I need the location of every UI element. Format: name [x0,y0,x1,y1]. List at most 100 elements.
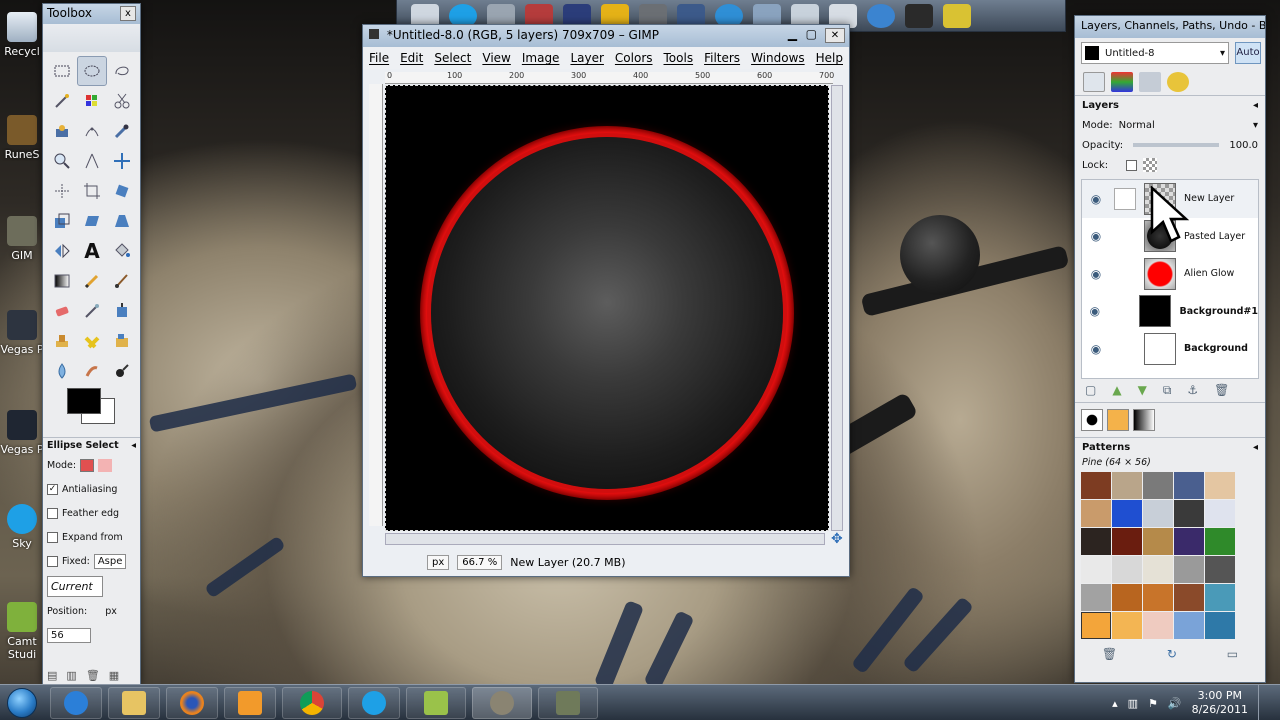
pattern-swatch[interactable] [1112,500,1142,527]
tab-layers-icon[interactable] [1083,72,1105,92]
lasso-icon[interactable] [107,56,137,86]
chain-toggle[interactable] [1114,187,1136,210]
taskbar-gimp[interactable] [472,686,532,719]
measure-icon[interactable] [77,146,107,176]
ellipse-select-icon[interactable] [77,56,107,86]
chevron-down-icon[interactable]: ▾ [1253,120,1258,131]
pattern-swatch[interactable] [1205,612,1235,639]
pattern-swatch[interactable] [1205,528,1235,555]
eye-icon[interactable]: ◉ [1086,229,1106,243]
show-desktop-button[interactable] [1258,685,1268,720]
pattern-swatch[interactable] [1112,556,1142,583]
close-icon[interactable]: x [120,6,136,21]
pattern-swatch[interactable] [1112,472,1142,499]
app-icon[interactable] [943,4,971,28]
minimize-icon[interactable]: ▁ [788,27,797,41]
app-icon[interactable] [905,4,933,28]
pattern-swatch[interactable] [1174,528,1204,555]
raise-layer-icon[interactable]: ▲ [1112,383,1121,398]
text-icon[interactable]: A [77,236,107,266]
desktop-icon-vegas-pro-2[interactable]: Vegas P [0,410,44,456]
layer-row[interactable]: ◉ Alien Glow [1082,255,1258,293]
pattern-swatch[interactable] [1205,500,1235,527]
close-icon[interactable]: ✕ [825,28,845,43]
menu-file[interactable]: File [369,51,389,65]
eye-icon[interactable]: ◉ [1086,304,1104,318]
desktop-icon-camtasia[interactable]: Camt Studi [0,602,44,661]
eye-icon[interactable]: ◉ [1086,267,1106,281]
open-folder-icon[interactable]: ▭ [1227,647,1238,661]
dodge-burn-icon[interactable] [107,356,137,386]
clock[interactable]: 3:00 PM 8/26/2011 [1192,689,1248,717]
layer-row[interactable]: ◉ Background#1 [1082,293,1258,331]
menu-image[interactable]: Image [522,51,560,65]
maximize-icon[interactable]: ▢ [806,27,817,41]
tab-undo-icon[interactable] [1167,72,1189,92]
taskbar-ie[interactable] [50,686,102,719]
blur-icon[interactable] [47,356,77,386]
desktop-icon-runescape[interactable]: RuneS [0,115,44,161]
panel-menu-icon[interactable]: ◂ [131,440,136,451]
lock-pixels-checkbox[interactable] [1126,159,1138,171]
menu-select[interactable]: Select [434,51,471,65]
unit-select[interactable]: px [427,554,450,570]
start-button[interactable] [0,685,44,720]
menu-windows[interactable]: Windows [751,51,805,65]
rotate-icon[interactable] [107,176,137,206]
taskbar-skype[interactable] [348,686,400,719]
menu-colors[interactable]: Colors [615,51,653,65]
taskbar-camtasia[interactable] [406,686,466,719]
horizontal-ruler[interactable]: 0 100 200 300 400 500 600 700 [385,71,834,84]
antialiasing-row[interactable]: ✓ Antialiasing [43,477,140,501]
pattern-swatch[interactable] [1081,612,1111,639]
menu-view[interactable]: View [482,51,510,65]
pattern-swatch[interactable] [1174,556,1204,583]
image-selector[interactable]: Untitled-8 ▾ [1081,42,1229,64]
align-icon[interactable] [47,176,77,206]
vertical-scrollbar[interactable] [831,85,843,531]
pattern-swatch[interactable] [1174,472,1204,499]
pattern-swatch[interactable] [1143,556,1173,583]
menu-edit[interactable]: Edit [400,51,423,65]
pattern-swatch[interactable] [1143,584,1173,611]
panel-menu-icon[interactable]: ◂ [1253,442,1258,453]
mode-replace-icon[interactable] [80,458,95,472]
taskbar-explorer[interactable] [108,686,160,719]
tab-gradients-icon[interactable] [1133,409,1155,431]
navigate-icon[interactable]: ✥ [831,531,843,547]
foreground-select-icon[interactable] [47,116,77,146]
duplicate-layer-icon[interactable]: ⧉ [1163,383,1172,398]
delete-options-icon[interactable]: 🗑 [86,669,100,682]
pattern-swatch[interactable] [1081,528,1111,555]
refresh-patterns-icon[interactable]: ↻ [1167,647,1177,661]
vertical-ruler[interactable] [369,84,383,526]
fixed-checkbox[interactable] [47,555,58,567]
pattern-swatch[interactable] [1081,472,1111,499]
bucket-fill-icon[interactable] [107,236,137,266]
foreground-color[interactable] [67,388,101,414]
delete-layer-icon[interactable]: 🗑 [1214,383,1229,398]
pattern-swatch[interactable] [1205,584,1235,611]
scissors-icon[interactable] [107,86,137,116]
pattern-swatch[interactable] [1081,584,1111,611]
fixed-select[interactable]: Aspe [93,553,127,569]
scale-icon[interactable] [47,206,77,236]
flip-icon[interactable] [47,236,77,266]
tab-brushes-icon[interactable] [1081,409,1103,431]
horizontal-scrollbar[interactable] [385,533,825,545]
perspective-icon[interactable] [107,206,137,236]
paintbrush-icon[interactable] [107,266,137,296]
taskbar-chrome[interactable] [282,686,342,719]
tab-channels-icon[interactable] [1111,72,1133,92]
antialiasing-checkbox[interactable]: ✓ [47,483,58,495]
current-field[interactable]: Current [47,575,103,597]
menu-filters[interactable]: Filters [704,51,740,65]
lower-layer-icon[interactable]: ▼ [1138,383,1147,398]
pattern-swatch[interactable] [1081,500,1111,527]
desktop-icon-gimp[interactable]: GIM [0,216,44,262]
desktop-icon-recycle-bin[interactable]: Recycl [0,12,44,58]
opacity-value[interactable]: 100.0 [1229,140,1258,151]
pattern-swatch[interactable] [1112,528,1142,555]
feather-row[interactable]: Feather edg [43,501,140,525]
color-select-icon[interactable] [77,86,107,116]
